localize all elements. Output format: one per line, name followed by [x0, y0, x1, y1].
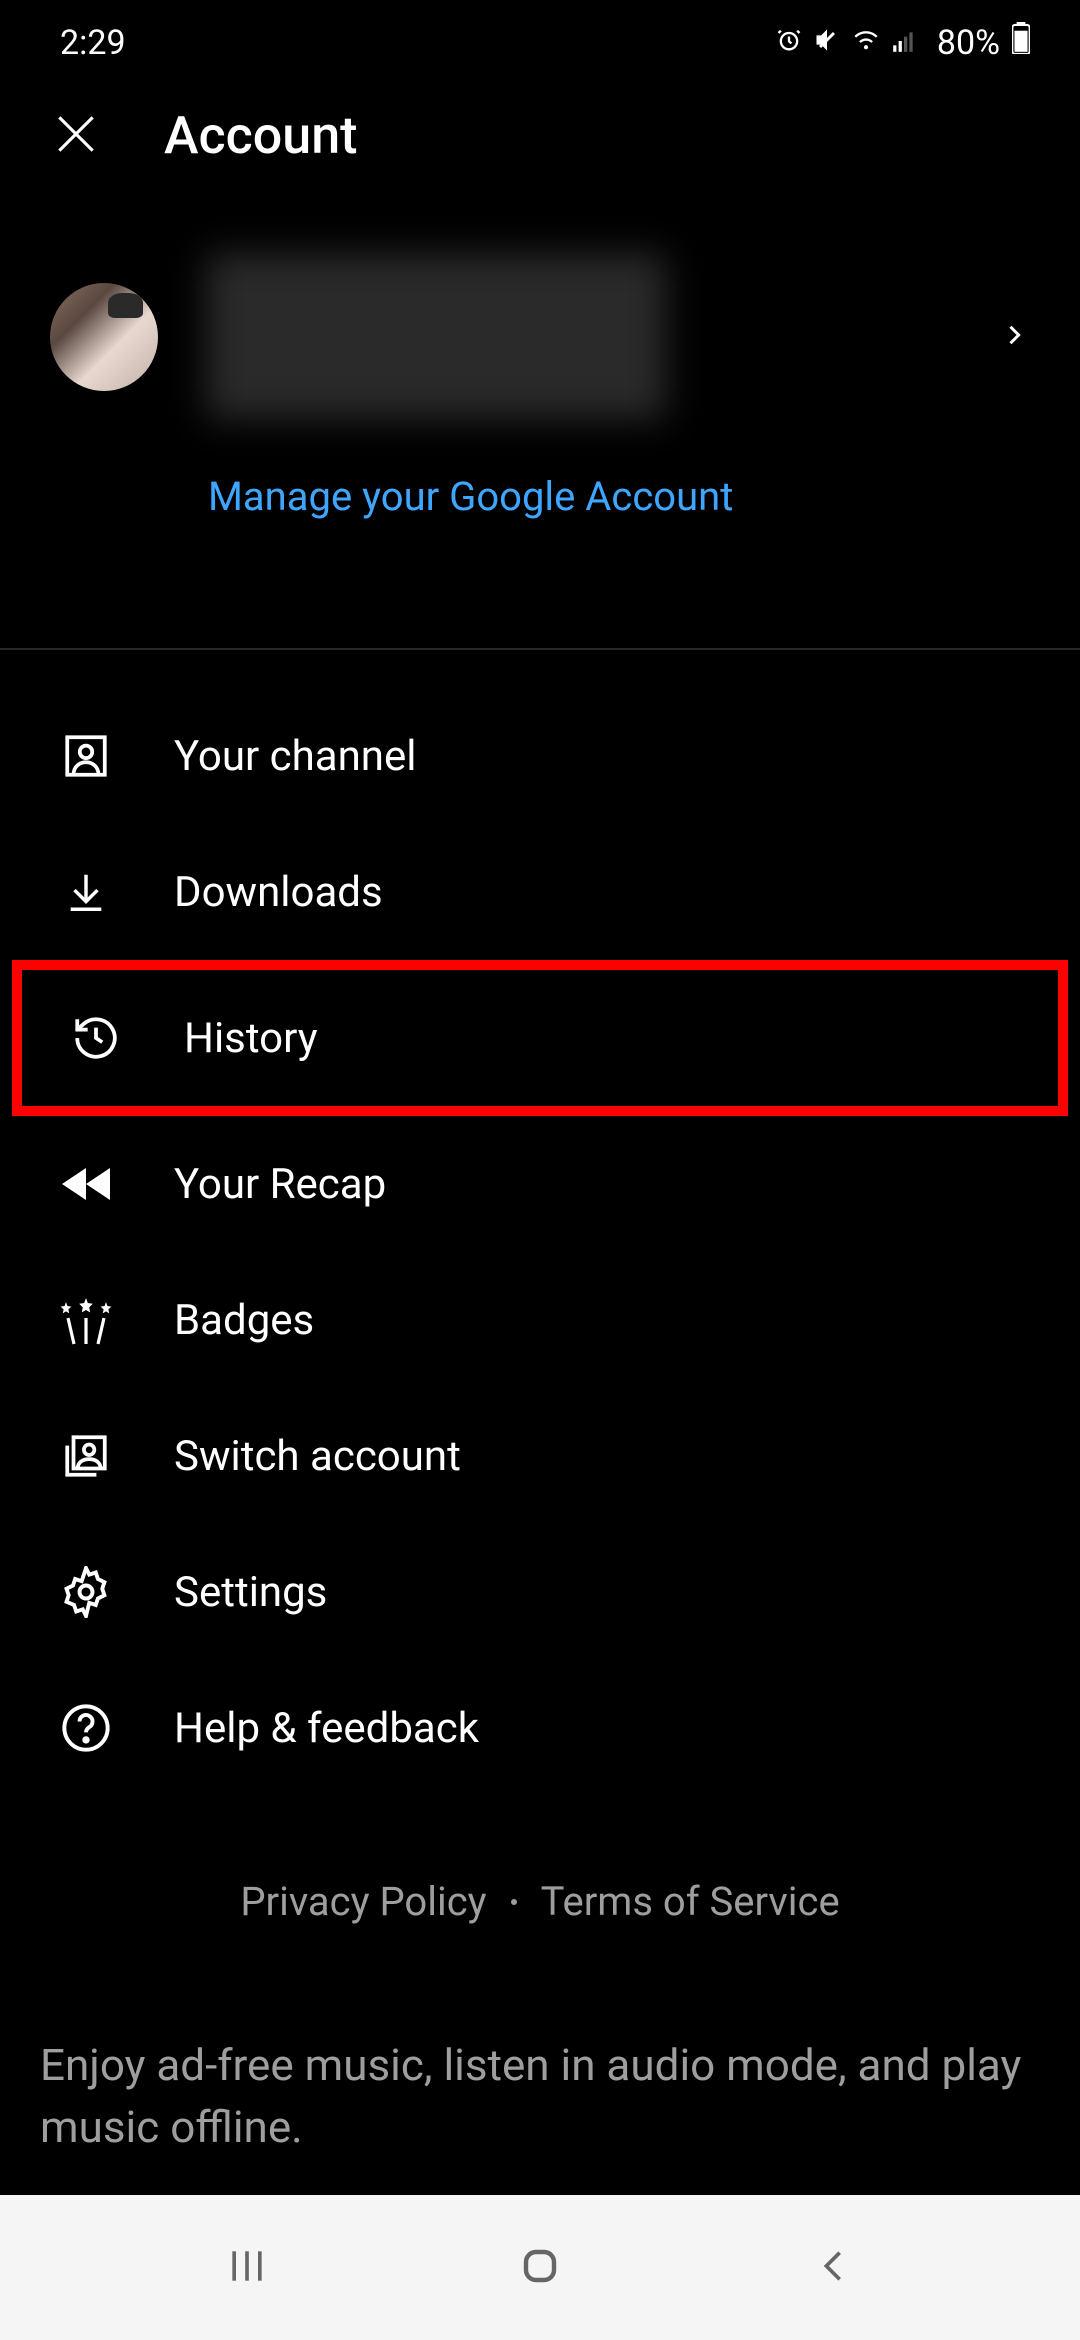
menu-label: Settings — [174, 1568, 327, 1617]
status-right: 80% — [775, 22, 1030, 63]
page-title: Account — [164, 105, 357, 166]
profile-row[interactable] — [50, 254, 1030, 419]
profile-info-blurred — [206, 254, 666, 419]
terms-of-service-link[interactable]: Terms of Service — [541, 1878, 840, 1925]
settings-icon — [58, 1564, 114, 1620]
battery-icon — [1012, 22, 1030, 63]
rewind-icon — [58, 1156, 114, 1212]
menu-label: History — [184, 1014, 318, 1063]
alarm-icon — [775, 23, 803, 63]
footer-links: Privacy Policy Terms of Service — [0, 1878, 1080, 1925]
close-button[interactable] — [50, 110, 102, 162]
menu-label: Badges — [174, 1296, 314, 1345]
manage-account-link[interactable]: Manage your Google Account — [208, 473, 1030, 520]
recents-icon — [225, 2244, 269, 2292]
chevron-right-icon — [1000, 321, 1028, 353]
status-time: 2:29 — [60, 23, 126, 63]
promo-text: Enjoy ad-free music, listen in audio mod… — [0, 2035, 1080, 2158]
help-icon — [58, 1700, 114, 1756]
back-icon — [813, 2246, 853, 2290]
badges-icon — [58, 1292, 114, 1348]
menu-item-switch-account[interactable]: Switch account — [0, 1388, 1080, 1524]
history-icon — [68, 1010, 124, 1066]
menu-item-your-recap[interactable]: Your Recap — [0, 1116, 1080, 1252]
menu-item-help-feedback[interactable]: Help & feedback — [0, 1660, 1080, 1796]
menu-label: Switch account — [174, 1432, 461, 1481]
menu-item-history[interactable]: History — [22, 970, 1058, 1106]
close-icon — [51, 109, 101, 163]
signal-icon — [891, 23, 917, 63]
status-bar: 2:29 80% — [0, 0, 1080, 73]
avatar — [50, 283, 158, 391]
header: Account — [0, 73, 1080, 206]
menu-label: Your Recap — [174, 1160, 386, 1209]
footer-separator — [511, 1899, 517, 1905]
privacy-policy-link[interactable]: Privacy Policy — [240, 1878, 486, 1925]
nav-home-button[interactable] — [510, 2238, 570, 2298]
wifi-icon — [851, 23, 881, 63]
menu-item-badges[interactable]: Badges — [0, 1252, 1080, 1388]
battery-percent: 80% — [937, 23, 1000, 63]
download-icon — [58, 864, 114, 920]
highlight-annotation: History — [12, 960, 1068, 1116]
mute-icon — [813, 23, 841, 63]
nav-back-button[interactable] — [803, 2238, 863, 2298]
menu-item-settings[interactable]: Settings — [0, 1524, 1080, 1660]
menu-list: Your channel Downloads History Your Reca… — [0, 650, 1080, 1834]
menu-item-downloads[interactable]: Downloads — [0, 824, 1080, 960]
person-box-icon — [58, 728, 114, 784]
profile-section: Manage your Google Account — [0, 206, 1080, 560]
nav-bar — [0, 2195, 1080, 2340]
nav-recents-button[interactable] — [217, 2238, 277, 2298]
home-icon — [516, 2242, 564, 2294]
menu-label: Help & feedback — [174, 1704, 479, 1753]
menu-item-your-channel[interactable]: Your channel — [0, 688, 1080, 824]
menu-label: Downloads — [174, 868, 383, 917]
switch-account-icon — [58, 1428, 114, 1484]
menu-label: Your channel — [174, 732, 416, 781]
